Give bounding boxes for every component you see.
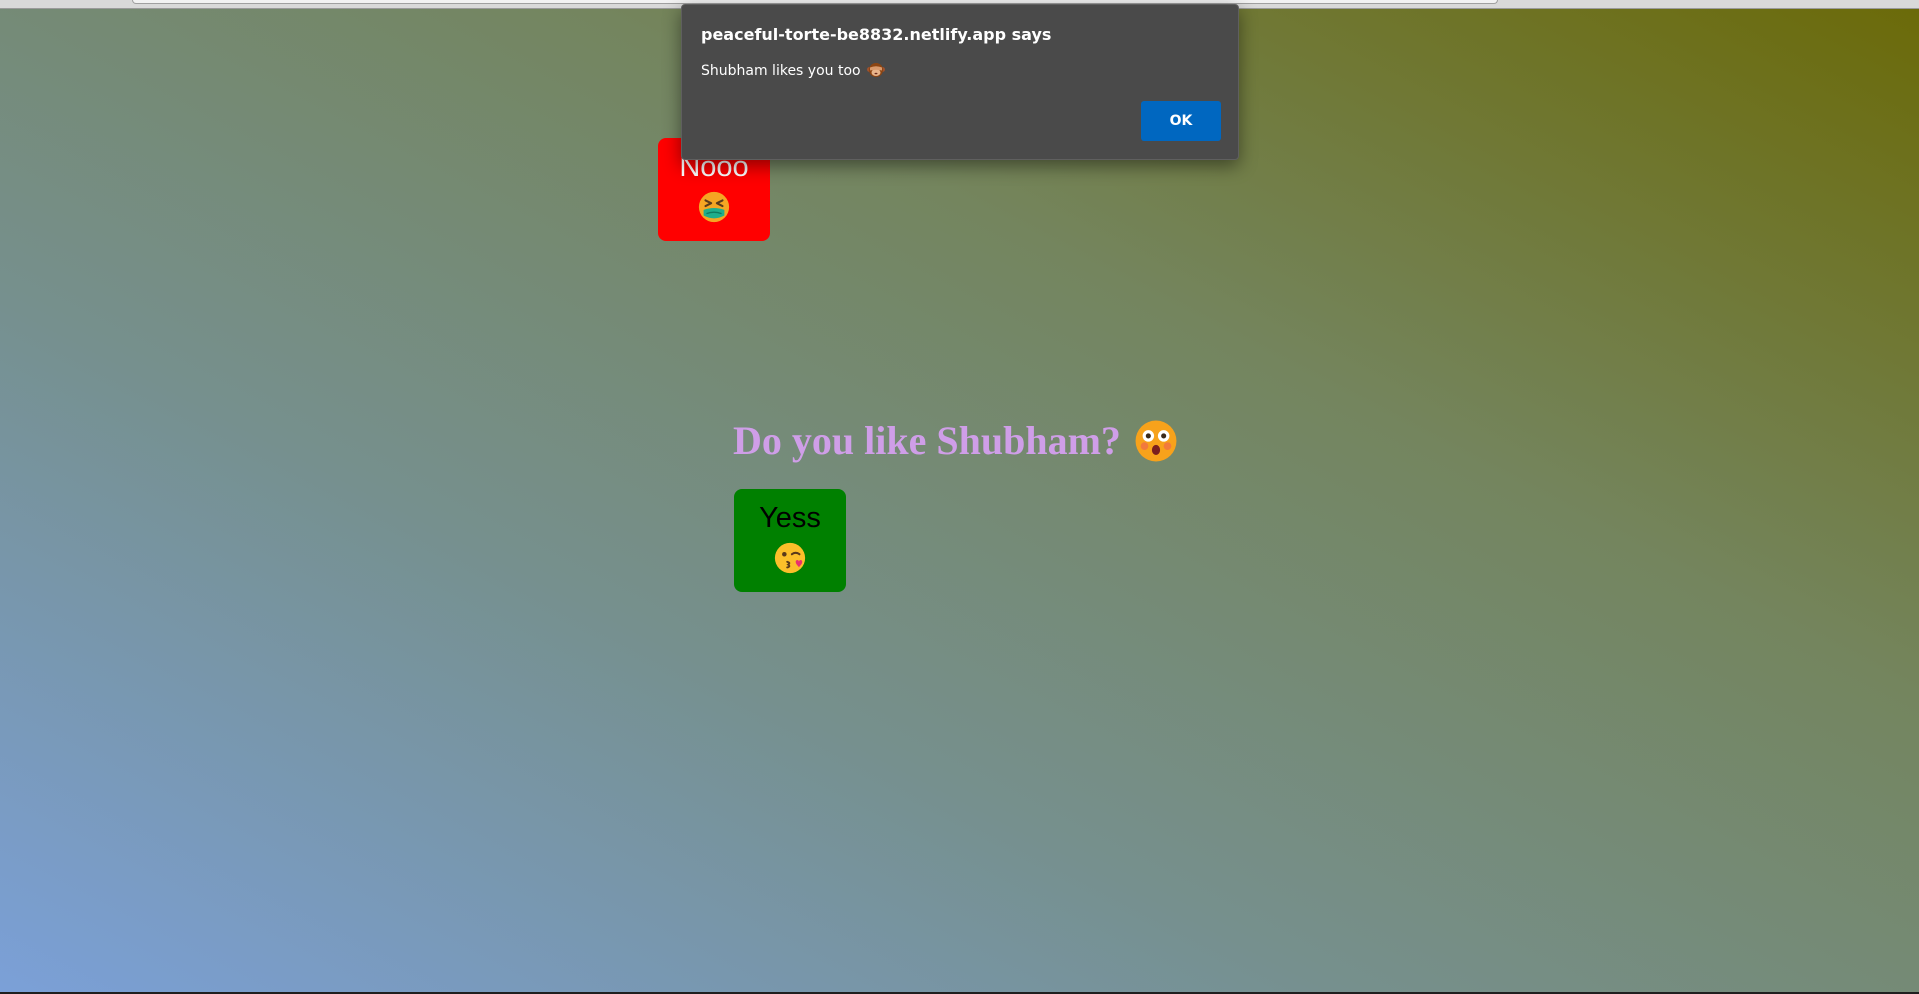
- page-title: Do you like Shubham?: [733, 414, 1179, 468]
- alert-title: peaceful-torte-be8832.netlify.app says: [701, 25, 1052, 44]
- yes-button[interactable]: Yess: [734, 489, 846, 592]
- alert-message-text: Shubham likes you too: [701, 63, 861, 79]
- ok-button[interactable]: OK: [1141, 101, 1221, 141]
- astonished-face-icon: [1135, 420, 1177, 462]
- yes-button-label: Yess: [759, 502, 821, 534]
- alert-dialog: peaceful-torte-be8832.netlify.app says S…: [681, 4, 1239, 160]
- see-no-evil-monkey-icon: [866, 63, 885, 77]
- question-text: Do you like Shubham?: [733, 418, 1121, 463]
- kissing-wink-face-icon: [774, 542, 806, 574]
- alert-message: Shubham likes you too: [701, 61, 885, 79]
- nauseated-face-icon: [698, 191, 730, 223]
